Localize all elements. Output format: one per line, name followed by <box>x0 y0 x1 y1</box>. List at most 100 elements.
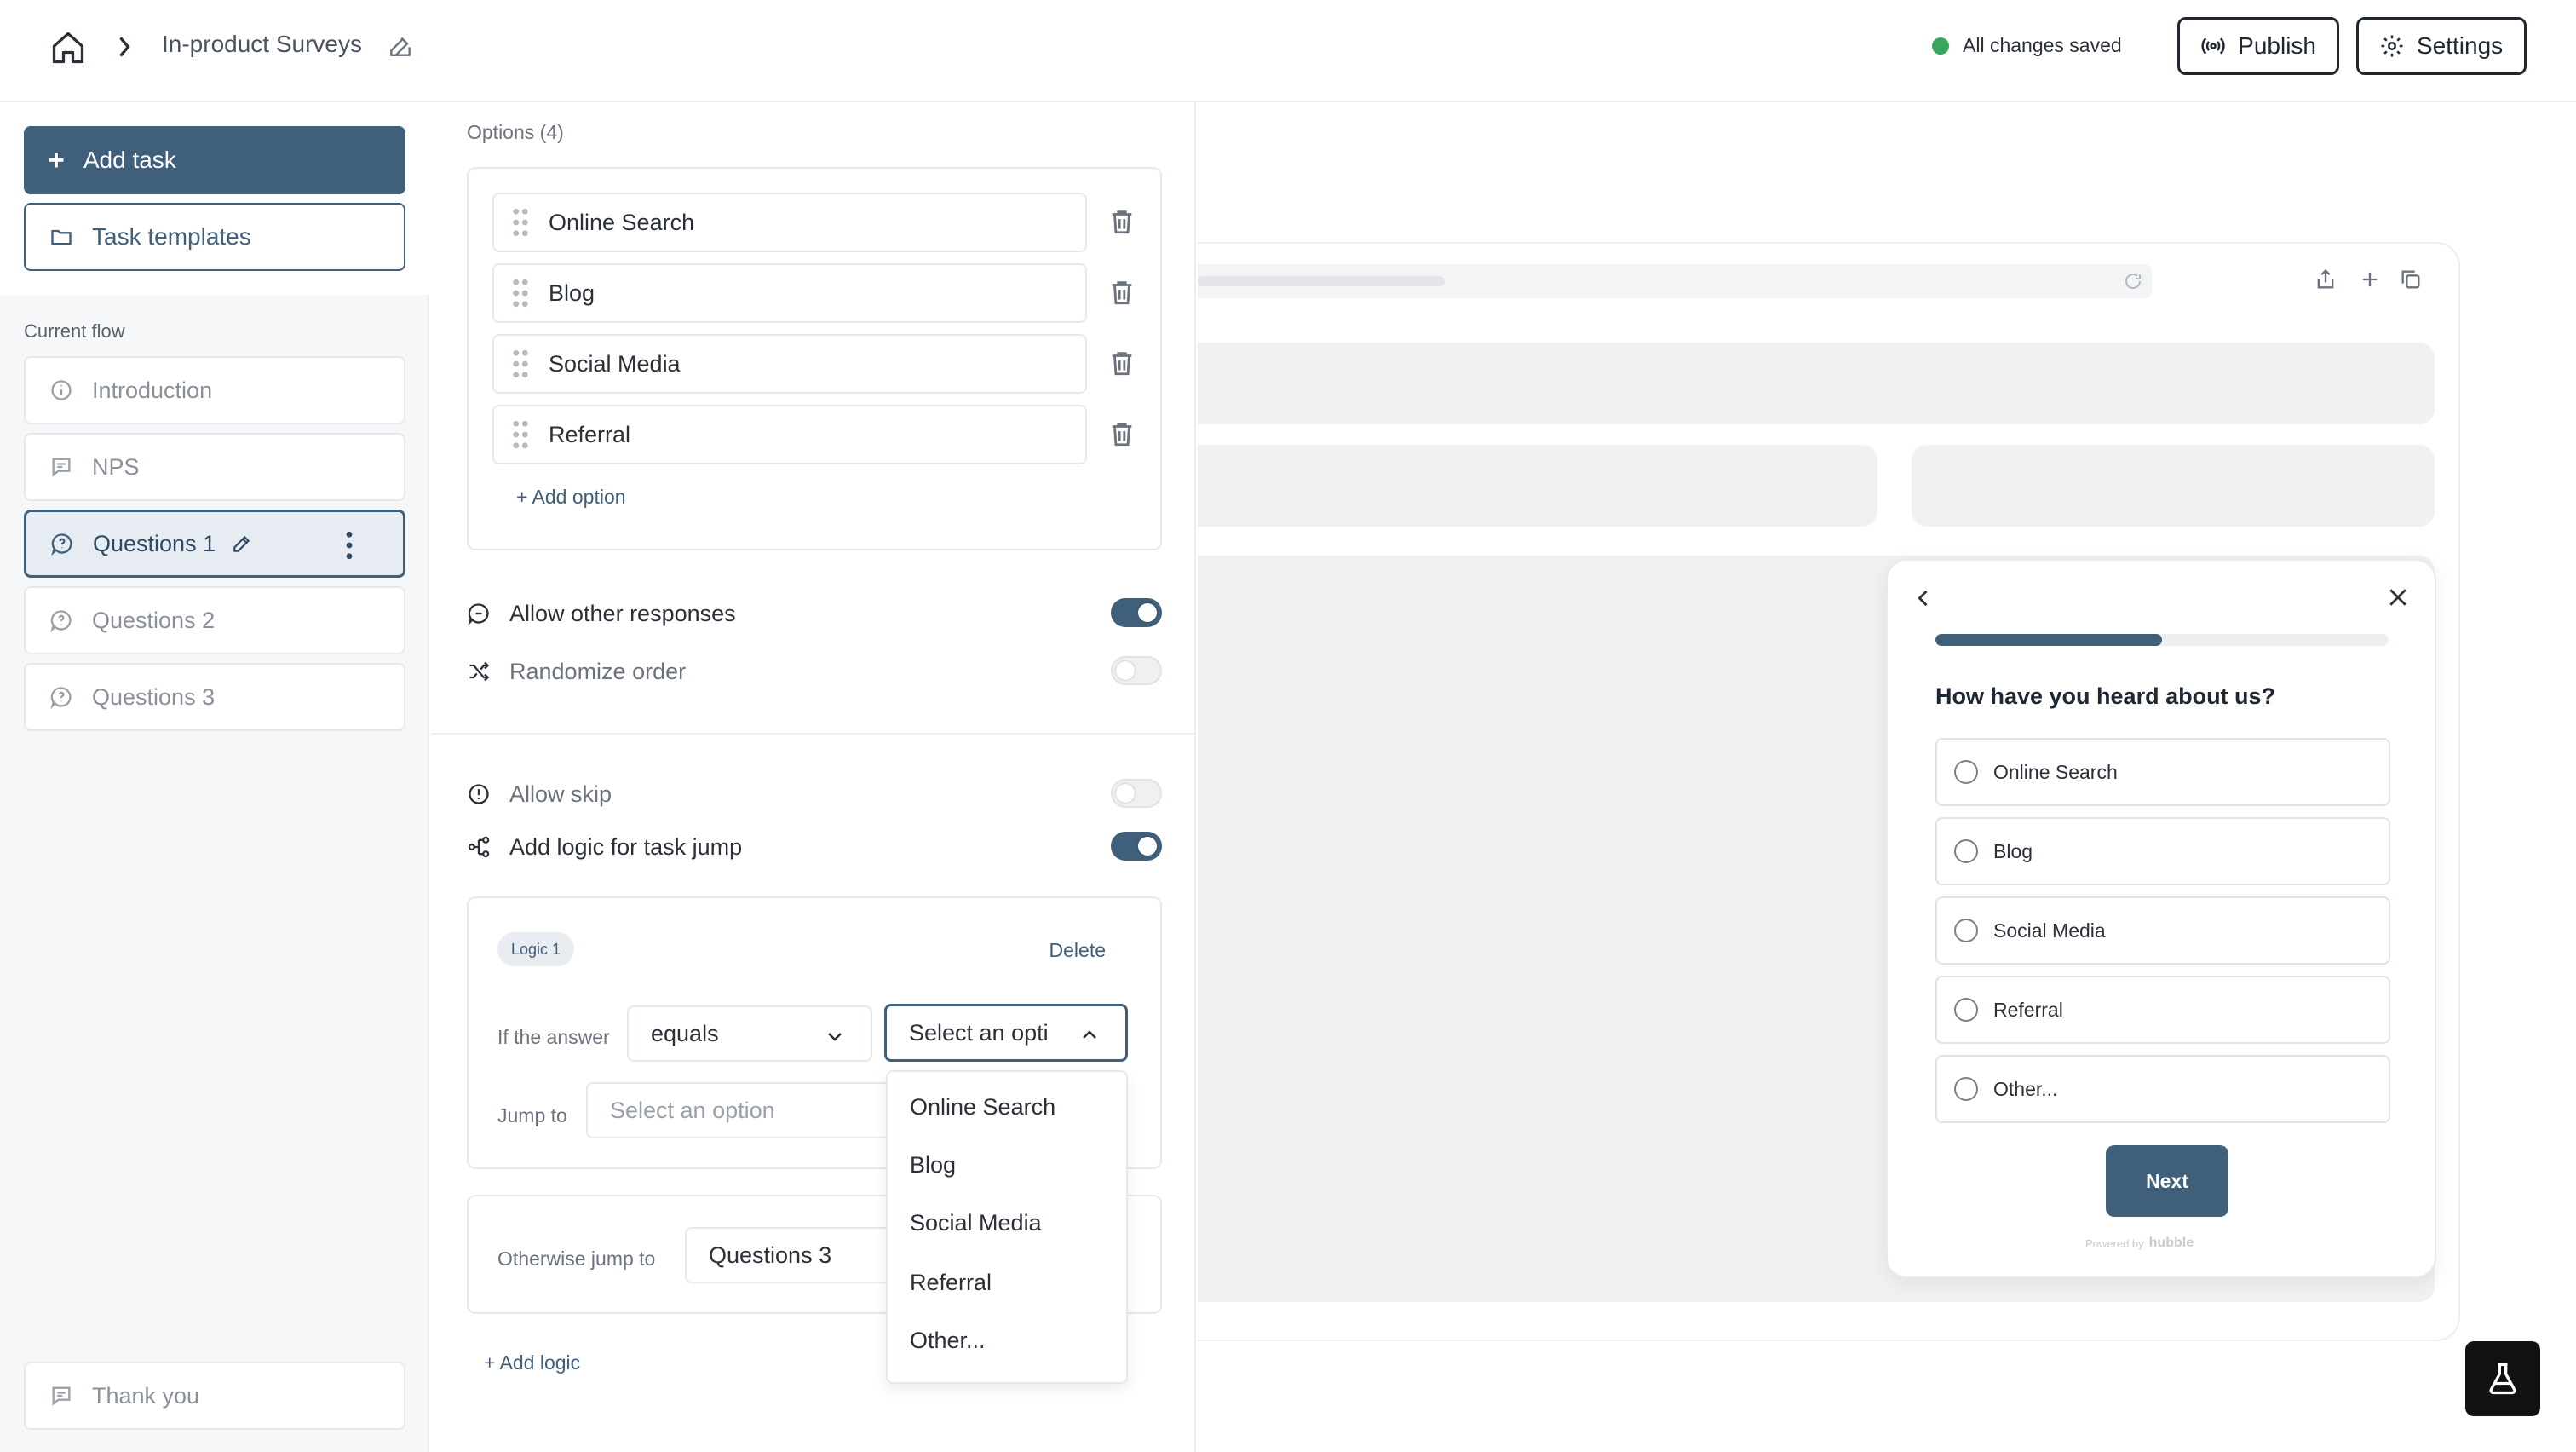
otherwise-label: Otherwise jump to <box>497 1247 656 1270</box>
dropdown-option[interactable]: Referral <box>910 1270 992 1296</box>
option-row[interactable]: Social Media <box>492 334 1087 394</box>
url-bar <box>1198 264 2152 298</box>
close-icon[interactable] <box>2385 585 2411 610</box>
option-text[interactable]: Blog <box>549 280 595 307</box>
dropdown-option[interactable]: Social Media <box>910 1210 1042 1236</box>
task-templates-button[interactable]: Task templates <box>24 203 405 271</box>
survey-option[interactable]: Other... <box>1935 1055 2390 1123</box>
option-row[interactable]: Blog <box>492 263 1087 323</box>
allow-skip-toggle[interactable] <box>1111 779 1162 808</box>
add-logic-button[interactable]: + Add logic <box>484 1351 580 1374</box>
shuffle-icon <box>469 661 490 682</box>
sidebar-actions: + Add task Task templates <box>0 102 429 295</box>
jump-to-label: Jump to <box>497 1104 567 1126</box>
plus-icon <box>2362 272 2378 287</box>
operator-select[interactable]: equals <box>627 1005 872 1062</box>
drag-handle-icon[interactable] <box>511 279 530 308</box>
sidebar-item-introduction[interactable]: Introduction <box>24 356 405 424</box>
survey-option-label: Referral <box>1993 998 2063 1021</box>
breadcrumb-title: In-product Surveys <box>162 31 362 57</box>
option-row[interactable]: Referral <box>492 405 1087 464</box>
dropdown-option[interactable]: Blog <box>910 1152 956 1178</box>
options-label: Options (4) <box>467 121 564 143</box>
allow-other-row: Allow other responses <box>467 596 1162 631</box>
sidebar-item-questions-3[interactable]: Questions 3 <box>24 663 405 731</box>
operator-value: equals <box>651 1020 719 1046</box>
question-bubble-icon <box>51 533 72 556</box>
option-row[interactable]: Online Search <box>492 193 1087 252</box>
option-text[interactable]: Referral <box>549 422 630 448</box>
dropdown-option[interactable]: Online Search <box>910 1094 1055 1121</box>
edit-icon[interactable] <box>387 32 414 60</box>
otherwise-select[interactable]: Questions 3 <box>685 1227 906 1283</box>
chevron-down-icon <box>828 1033 842 1041</box>
sidebar-item-nps[interactable]: NPS <box>24 433 405 501</box>
add-task-button[interactable]: + Add task <box>24 126 405 194</box>
drag-handle-icon[interactable] <box>511 420 530 449</box>
home-icon[interactable] <box>49 29 87 66</box>
survey-option[interactable]: Online Search <box>1935 738 2390 806</box>
test-flask-button[interactable] <box>2465 1341 2540 1416</box>
sidebar-item-questions-1[interactable]: Questions 1 <box>24 510 405 578</box>
survey-option[interactable]: Social Media <box>1935 896 2390 965</box>
url-placeholder <box>1198 276 1445 286</box>
sidebar-item-questions-2[interactable]: Questions 2 <box>24 586 405 654</box>
allow-other-toggle[interactable] <box>1111 598 1162 627</box>
current-flow-label: Current flow <box>24 320 125 342</box>
radio-button[interactable] <box>1954 998 1978 1022</box>
delete-logic-button[interactable]: Delete <box>1049 939 1106 962</box>
radio-button[interactable] <box>1954 760 1978 784</box>
chevron-left-icon[interactable] <box>1912 586 1935 610</box>
radio-button[interactable] <box>1954 839 1978 863</box>
allow-skip-row: Allow skip <box>467 777 1162 811</box>
publish-button[interactable]: Publish <box>2177 17 2339 75</box>
survey-option[interactable]: Blog <box>1935 817 2390 885</box>
powered-by-text: Powered by <box>2085 1236 2144 1250</box>
sidebar: + Add task Task templates Current flow I… <box>0 102 429 1452</box>
option-text[interactable]: Online Search <box>549 210 694 236</box>
survey-option[interactable]: Referral <box>1935 976 2390 1044</box>
chat-icon <box>468 603 489 625</box>
sidebar-item-thank-you[interactable]: Thank you <box>24 1362 405 1430</box>
add-option-button[interactable]: + Add option <box>516 486 626 509</box>
drag-handle-icon[interactable] <box>511 208 530 237</box>
flask-icon <box>2489 1363 2516 1395</box>
answer-value: Select an opti <box>909 1019 1049 1046</box>
answer-select[interactable]: Select an opti <box>884 1004 1128 1062</box>
survey-option-label: Blog <box>1993 839 2033 862</box>
task-jump-row: Add logic for task jump <box>467 830 1162 864</box>
options-list: Online Search Blog Social Media Referral… <box>467 167 1162 550</box>
drag-handle-icon[interactable] <box>511 349 530 378</box>
status-dot <box>1932 37 1949 55</box>
brand-logo: hubble <box>2148 1236 2194 1250</box>
trash-icon[interactable] <box>1107 418 1136 449</box>
task-templates-label: Task templates <box>92 223 251 250</box>
question-bubble-icon <box>50 687 72 709</box>
share-icon <box>2317 268 2334 289</box>
broadcast-icon <box>2201 37 2225 55</box>
allow-skip-label: Allow skip <box>509 781 612 807</box>
more-options-icon[interactable] <box>345 531 354 560</box>
folder-icon <box>51 229 72 245</box>
randomize-toggle[interactable] <box>1111 656 1162 685</box>
survey-option-label: Other... <box>1993 1077 2058 1100</box>
radio-button[interactable] <box>1954 1077 1978 1101</box>
sidebar-item-label: Questions 1 <box>93 530 216 556</box>
jump-to-select[interactable]: Select an option <box>586 1082 893 1138</box>
gear-icon <box>2381 35 2403 57</box>
answer-dropdown-menu: Online Search Blog Social Media Referral… <box>886 1070 1128 1384</box>
settings-button[interactable]: Settings <box>2356 17 2527 75</box>
sidebar-item-label: Thank you <box>92 1382 200 1409</box>
radio-button[interactable] <box>1954 919 1978 942</box>
pencil-icon[interactable] <box>231 533 253 555</box>
option-text[interactable]: Social Media <box>549 351 681 377</box>
sidebar-item-label: NPS <box>92 453 140 480</box>
dropdown-option[interactable]: Other... <box>910 1328 986 1354</box>
task-jump-toggle[interactable] <box>1111 832 1162 861</box>
trash-icon[interactable] <box>1107 348 1136 378</box>
next-button[interactable]: Next <box>2106 1145 2228 1217</box>
trash-icon[interactable] <box>1107 277 1136 308</box>
trash-icon[interactable] <box>1107 206 1136 237</box>
publish-label: Publish <box>2238 32 2316 59</box>
reload-icon <box>2125 274 2142 289</box>
